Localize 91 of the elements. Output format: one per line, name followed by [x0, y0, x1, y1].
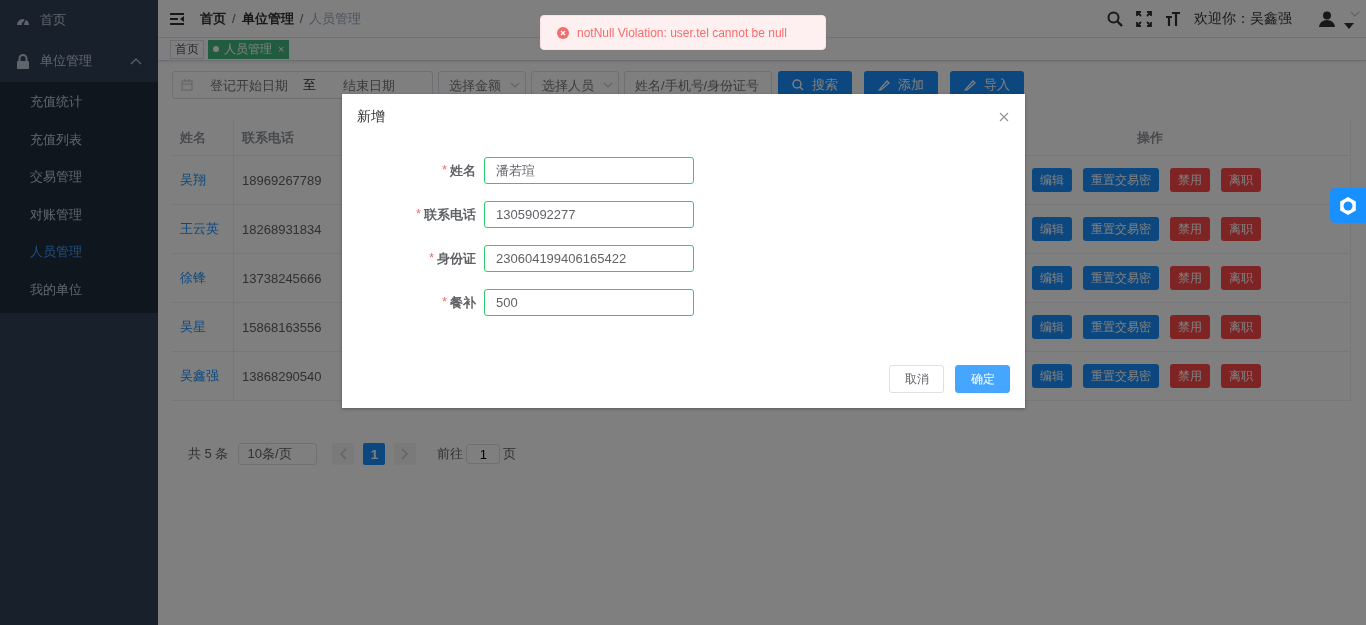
- calendar-icon: [181, 79, 193, 91]
- cancel-button[interactable]: 取消: [889, 365, 944, 393]
- sidebar-item[interactable]: 首页: [0, 0, 158, 40]
- field-label: * 餐补: [440, 293, 477, 312]
- breadcrumb-link[interactable]: 单位管理: [241, 9, 294, 28]
- action-button[interactable]: 重置交易密: [1083, 364, 1159, 388]
- field-label: * 姓名: [440, 161, 477, 180]
- action-button[interactable]: 重置交易密: [1083, 266, 1159, 290]
- action-button[interactable]: 离职: [1221, 364, 1261, 388]
- required-mark: *: [415, 205, 421, 223]
- name-link[interactable]: 徐锋: [180, 269, 206, 287]
- pencil-icon: [878, 79, 890, 91]
- action-button[interactable]: 编辑: [1032, 217, 1072, 241]
- action-button[interactable]: 重置交易密: [1083, 217, 1159, 241]
- sidebar-item[interactable]: 充值统计: [0, 83, 158, 121]
- goto-label: 前往: [437, 445, 464, 463]
- required-mark: *: [428, 249, 434, 267]
- chevron-down-icon: [1350, 11, 1360, 17]
- field-label: * 联系电话: [414, 205, 477, 224]
- error-message: notNull Violation: user.tel cannot be null: [540, 15, 826, 50]
- sidebar-item[interactable]: 单位管理: [0, 40, 158, 82]
- user-avatar-icon: [1319, 10, 1335, 27]
- close-icon: [999, 112, 1009, 122]
- input-field[interactable]: 230604199406165422: [484, 245, 694, 272]
- table-cell: 13738245666: [242, 270, 322, 286]
- close-tab-button[interactable]: ×: [278, 43, 285, 55]
- action-button[interactable]: 编辑: [1032, 266, 1072, 290]
- action-button[interactable]: 禁用: [1170, 217, 1210, 241]
- total-count: 共 5 条: [188, 445, 229, 463]
- action-button[interactable]: 禁用: [1170, 364, 1210, 388]
- sidebar-item[interactable]: 对账管理: [0, 195, 158, 234]
- name-link[interactable]: 吴星: [180, 318, 206, 336]
- range-separator: 至: [301, 76, 317, 94]
- gear-icon: [1338, 195, 1358, 216]
- table-cell: 13868290540: [242, 368, 322, 384]
- action-button[interactable]: 禁用: [1170, 266, 1210, 290]
- confirm-button[interactable]: 确定: [955, 365, 1010, 393]
- sidebar-item[interactable]: 我的单位: [0, 270, 158, 309]
- sidebar-item[interactable]: 充值列表: [0, 120, 158, 159]
- input-field[interactable]: 潘若瑄: [484, 157, 694, 184]
- action-button[interactable]: 离职: [1221, 315, 1261, 339]
- action-button[interactable]: 离职: [1221, 217, 1261, 241]
- search-icon: [1107, 10, 1123, 27]
- breadcrumb-link[interactable]: 首页: [200, 9, 226, 28]
- sidebar-item[interactable]: 交易管理: [0, 158, 158, 196]
- page-label: 页: [503, 445, 517, 463]
- name-link[interactable]: 吴翔: [180, 171, 206, 189]
- page-input[interactable]: 1: [466, 444, 501, 464]
- action-button[interactable]: 重置交易密: [1083, 315, 1159, 339]
- action-button[interactable]: 编辑: [1032, 315, 1072, 339]
- caret-down-icon: [1344, 22, 1354, 29]
- search-icon: [792, 79, 804, 91]
- lock-icon: [16, 53, 30, 69]
- menu-fold-icon: [170, 12, 184, 25]
- breadcrumb-separator: /: [232, 11, 236, 26]
- date-range-field[interactable]: 登记开始日期 至 结束日期: [172, 71, 433, 99]
- action-button[interactable]: 离职: [1221, 266, 1261, 290]
- table-cell: 18268931834: [242, 221, 322, 237]
- action-button[interactable]: 禁用: [1170, 315, 1210, 339]
- welcome-text: 欢迎你：吴鑫强: [1194, 9, 1292, 28]
- required-mark: *: [441, 293, 447, 311]
- chevron-up-icon: [130, 57, 142, 65]
- action-button[interactable]: 重置交易密: [1083, 168, 1159, 192]
- table-cell: 15868163556: [242, 319, 322, 335]
- table-cell: 18969267789: [242, 172, 322, 188]
- page-tab[interactable]: 首页: [170, 39, 204, 59]
- font-size-icon: [1165, 10, 1181, 27]
- action-button[interactable]: 编辑: [1032, 168, 1072, 192]
- action-button[interactable]: 离职: [1221, 168, 1261, 192]
- chevron-left-icon: [339, 448, 348, 460]
- error-icon: [557, 26, 569, 39]
- settings-button[interactable]: [1330, 188, 1366, 223]
- chevron-down-icon: [603, 82, 613, 88]
- close-button[interactable]: [999, 112, 1009, 122]
- sidebar-item[interactable]: 人员管理: [0, 233, 158, 271]
- breadcrumb-separator: /: [299, 11, 304, 26]
- action-button[interactable]: 编辑: [1032, 364, 1072, 388]
- chevron-down-icon: [510, 82, 520, 88]
- page-number[interactable]: 1: [363, 443, 386, 465]
- name-link[interactable]: 王云英: [180, 220, 219, 238]
- name-link[interactable]: 吴鑫强: [180, 367, 219, 385]
- page-tab[interactable]: 人员管理 ×: [208, 39, 290, 59]
- required-mark: *: [441, 161, 447, 179]
- action-button[interactable]: 禁用: [1170, 168, 1210, 192]
- input-field[interactable]: 13059092277: [484, 201, 694, 228]
- fullscreen-icon: [1136, 10, 1152, 27]
- field-label: * 身份证: [427, 249, 477, 268]
- input-field[interactable]: 500: [484, 289, 694, 316]
- dialog-title: 新增: [357, 108, 385, 126]
- chevron-right-icon: [401, 448, 410, 460]
- pencil-icon: [964, 79, 976, 91]
